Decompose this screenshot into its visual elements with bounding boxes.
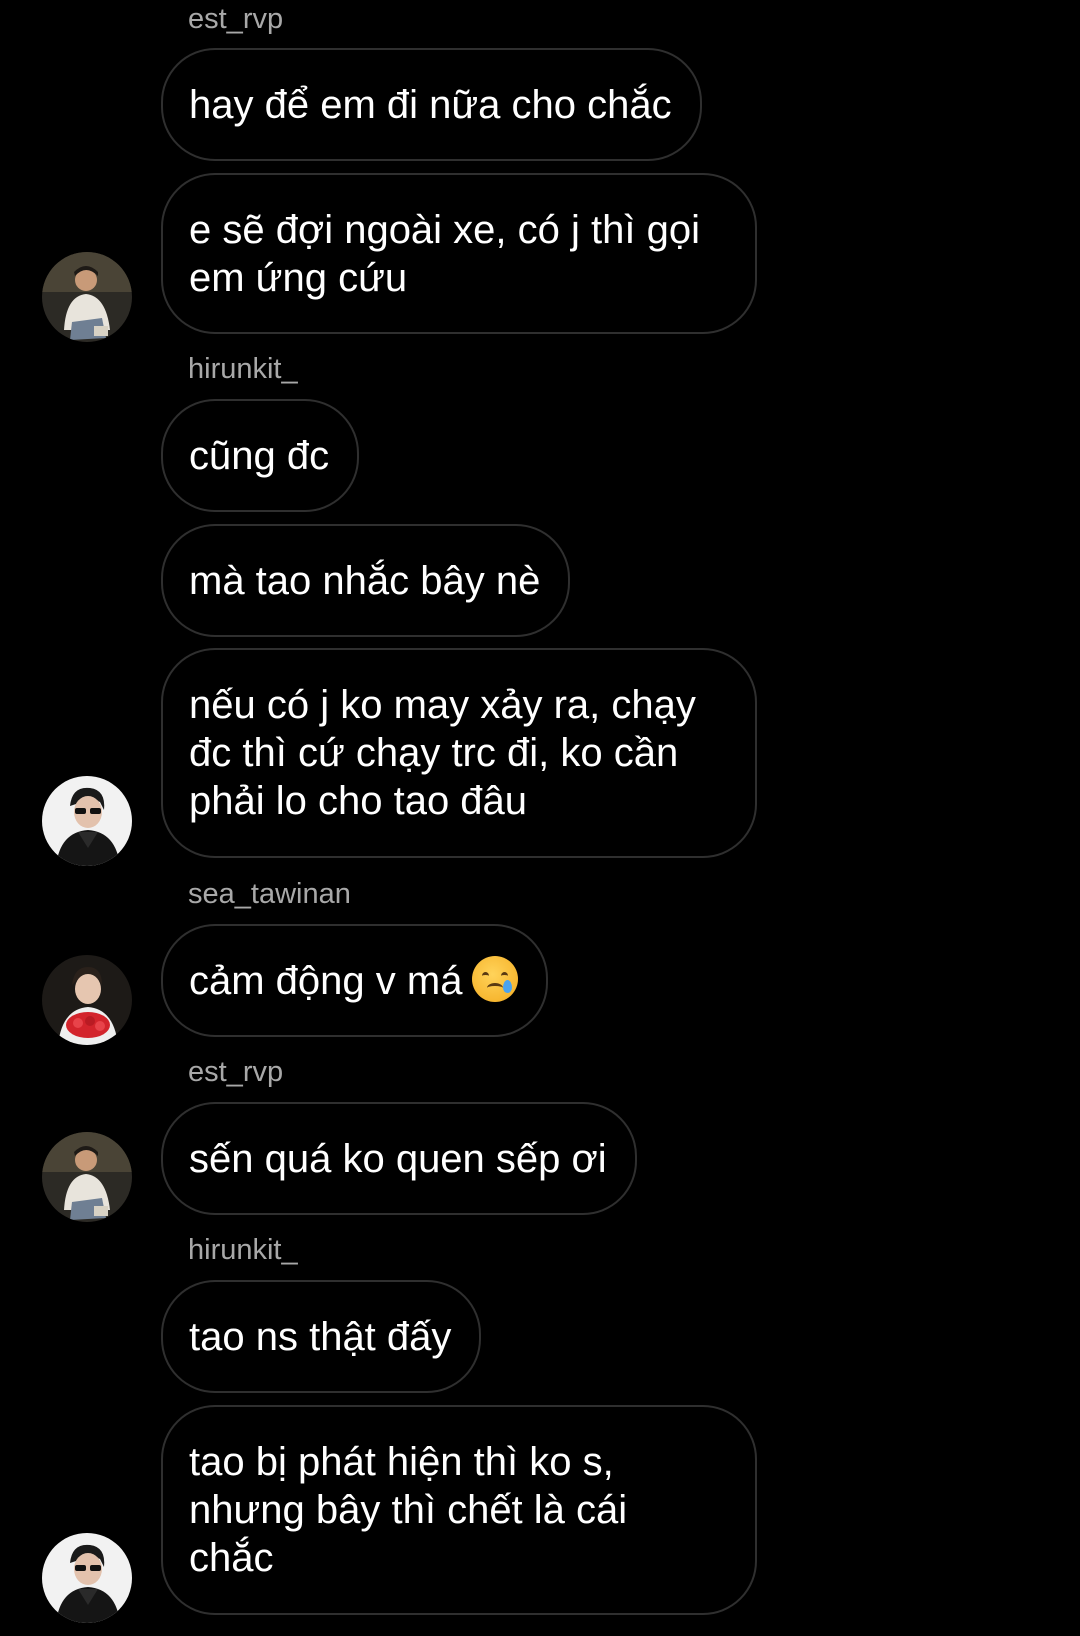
message-bubble[interactable]: hay để em đi nữa cho chắc: [161, 48, 702, 161]
message-text: cảm động v má: [189, 958, 463, 1003]
message-bubble[interactable]: cảm động v má: [161, 924, 549, 1037]
avatar-hirunkit[interactable]: [42, 1533, 132, 1623]
sender-username: hirunkit_: [188, 353, 298, 385]
message-bubble[interactable]: sến quá ko quen sếp ơi: [161, 1102, 637, 1215]
message-text: hay để em đi nữa cho chắc: [189, 82, 672, 127]
sender-username: est_rvp: [188, 1056, 284, 1088]
message-bubble[interactable]: e sẽ đợi ngoài xe, có j thì gọi em ứng c…: [161, 173, 757, 334]
crying-face-emoji: [472, 955, 519, 1002]
chat-thread[interactable]: est_rvp hay để em đi nữa cho chắc e sẽ đ…: [0, 0, 1080, 1636]
message-text: tao bị phát hiện thì ko s, nhưng bây thì…: [189, 1440, 628, 1580]
message-bubble[interactable]: tao ns thật đấy: [161, 1280, 482, 1393]
message-bubble[interactable]: tao bị phát hiện thì ko s, nhưng bây thì…: [161, 1405, 757, 1615]
message-bubble[interactable]: nếu có j ko may xảy ra, chạy đc thì cứ c…: [161, 648, 757, 858]
message-text: cũng đc: [189, 433, 330, 478]
avatar-sea-tawinan[interactable]: [42, 955, 132, 1045]
message-text: mà tao nhắc bây nè: [189, 558, 541, 603]
message-bubble[interactable]: cũng đc: [161, 399, 360, 512]
message-bubble[interactable]: mà tao nhắc bây nè: [161, 524, 571, 637]
message-text: sến quá ko quen sếp ơi: [189, 1136, 607, 1181]
avatar-est-rvp[interactable]: [42, 1132, 132, 1222]
message-text: e sẽ đợi ngoài xe, có j thì gọi em ứng c…: [189, 207, 700, 300]
avatar-est-rvp[interactable]: [42, 252, 132, 342]
sender-username: hirunkit_: [188, 1234, 298, 1266]
message-text: nếu có j ko may xảy ra, chạy đc thì cứ c…: [189, 683, 696, 823]
sender-username: est_rvp: [188, 3, 284, 35]
message-text: tao ns thật đấy: [189, 1314, 452, 1359]
sender-username: sea_tawinan: [188, 878, 351, 910]
avatar-hirunkit[interactable]: [42, 776, 132, 866]
